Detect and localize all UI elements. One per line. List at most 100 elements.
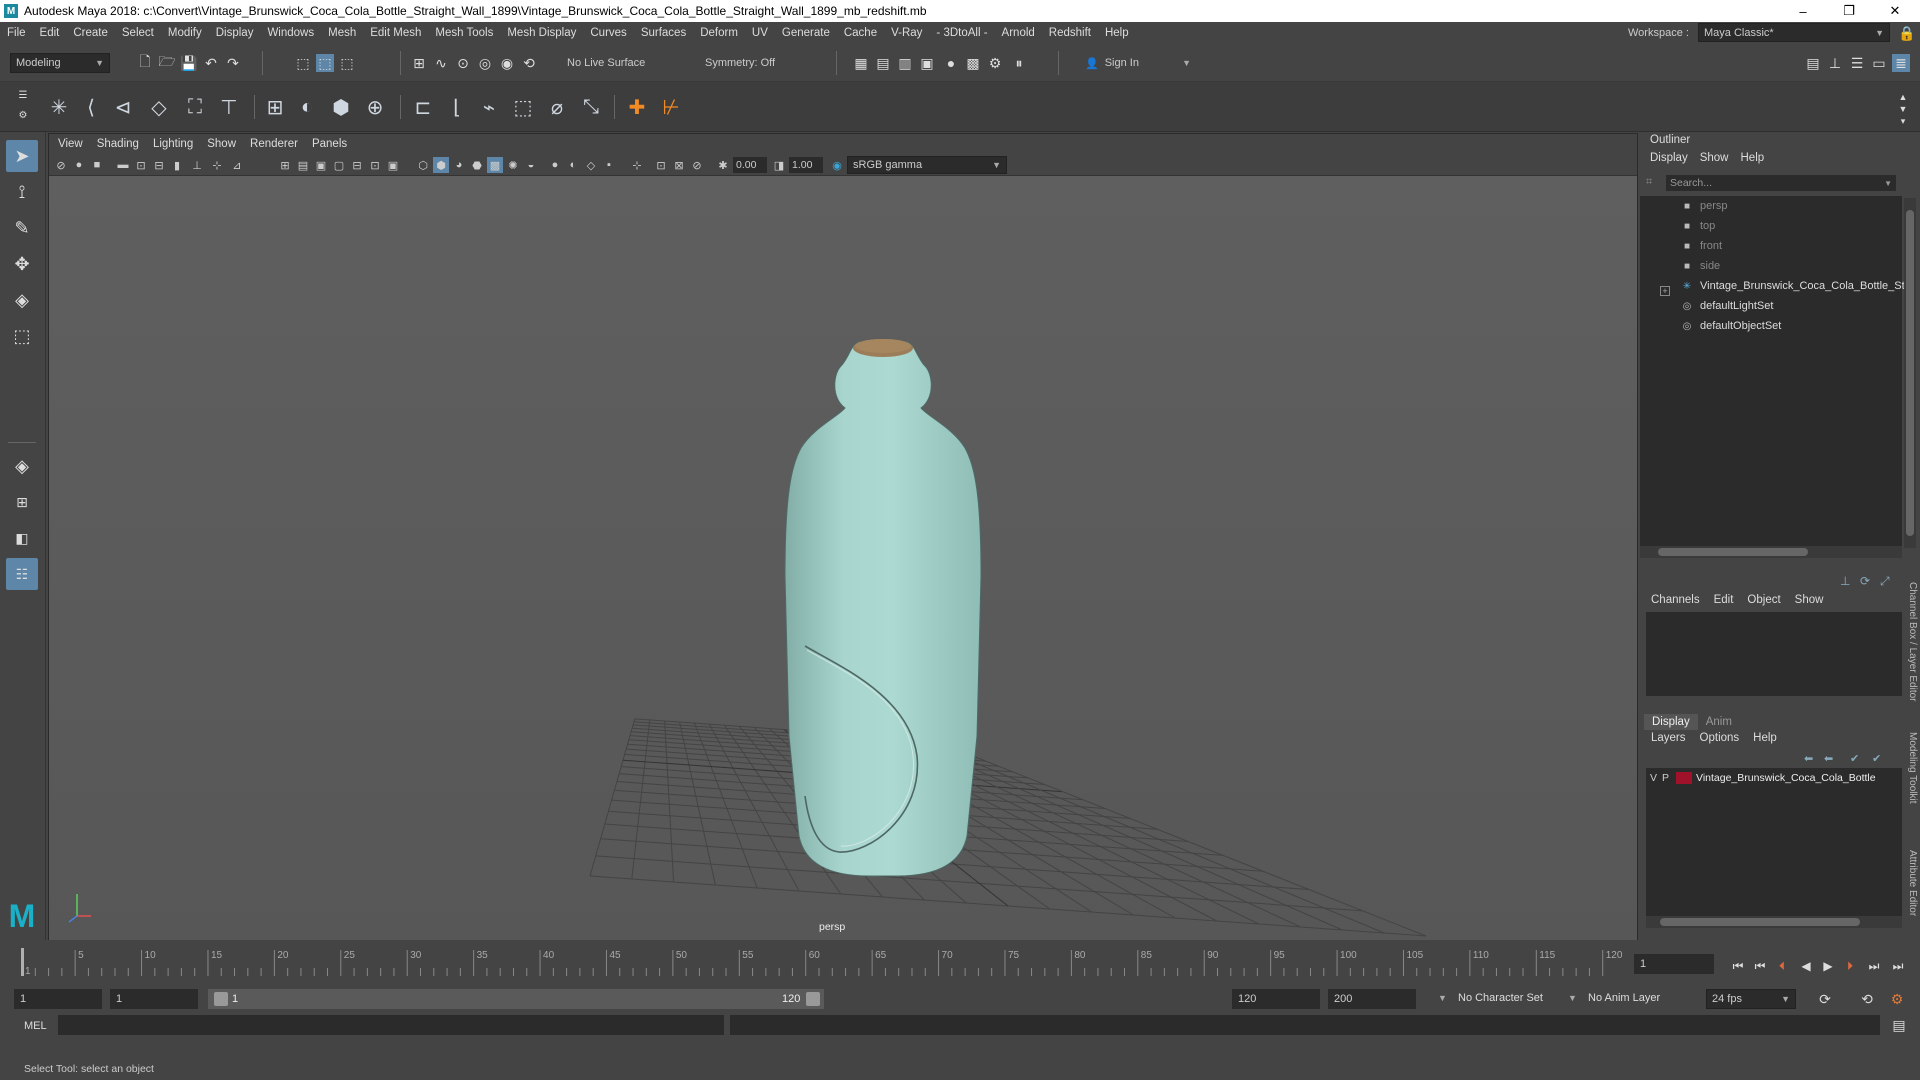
poly-sphere-icon[interactable]: ✳: [46, 94, 72, 120]
bridge-icon[interactable]: ⌁: [476, 94, 502, 120]
animation-prefs-icon[interactable]: ⚙: [1888, 990, 1906, 1008]
menu-help[interactable]: Help: [1098, 27, 1136, 39]
joint-tool-icon[interactable]: ⊤: [216, 94, 242, 120]
current-frame-field[interactable]: 1: [1634, 954, 1714, 974]
2d-pan-zoom-icon[interactable]: ⊡: [133, 157, 149, 173]
image-plane-icon[interactable]: ▬: [115, 157, 131, 173]
time-ruler[interactable]: 15 10 15 20 25 30 35 40 45 50 55 60 65 70 75 80 85 90 95 10…: [0, 940, 1630, 980]
menu-deform[interactable]: Deform: [693, 27, 745, 39]
outliner-horizontal-scrollbar[interactable]: [1640, 546, 1902, 558]
xray-active-icon[interactable]: ⊠: [671, 157, 687, 173]
snap-grid-icon[interactable]: ⊞: [410, 54, 428, 72]
animation-start-field[interactable]: 1: [14, 989, 102, 1009]
menu-surfaces[interactable]: Surfaces: [634, 27, 693, 39]
grid-toggle-icon[interactable]: ▤: [295, 157, 311, 173]
attribute-editor-side-tab[interactable]: Attribute Editor: [1904, 850, 1918, 916]
viewport-menu-renderer[interactable]: Renderer: [243, 138, 305, 150]
viewport-menu-view[interactable]: View: [51, 138, 90, 150]
insert-edge-loop-icon[interactable]: ✚: [624, 94, 650, 120]
outliner-menu-help[interactable]: Help: [1735, 152, 1771, 164]
menu-modify[interactable]: Modify: [161, 27, 209, 39]
camera-attributes-icon[interactable]: ●: [71, 157, 87, 173]
poly-plane-icon[interactable]: ⛶: [182, 94, 208, 120]
mel-input[interactable]: [58, 1015, 724, 1035]
close-button[interactable]: ✕: [1872, 0, 1918, 22]
safe-action-icon[interactable]: ▣: [313, 157, 329, 173]
menu-mesh-tools[interactable]: Mesh Tools: [428, 27, 500, 39]
outliner-item[interactable]: ■ front: [1680, 236, 1722, 256]
menu-edit-mesh[interactable]: Edit Mesh: [363, 27, 428, 39]
redo-icon[interactable]: ↷: [224, 54, 242, 72]
redshift-render-icon[interactable]: ⚙: [986, 54, 1004, 72]
multi-cut-icon[interactable]: ⌀: [544, 94, 570, 120]
outliner-item[interactable]: ■ side: [1680, 256, 1720, 276]
chevron-down-icon[interactable]: ▼: [1438, 993, 1447, 1003]
time-slider[interactable]: 1 5 10 15 20 25 30 35 40 45 50 55 60 65 70 75 80 85 90 95 10…: [0, 940, 1920, 980]
xray-joints-icon[interactable]: ⊡: [653, 157, 669, 173]
single-pane-layout-icon[interactable]: ◈: [6, 450, 38, 482]
menu-mesh-display[interactable]: Mesh Display: [500, 27, 583, 39]
boolean-icon[interactable]: ⊕: [362, 94, 388, 120]
snap-curve-icon[interactable]: ∿: [432, 54, 450, 72]
snap-view-icon[interactable]: ◎: [476, 54, 494, 72]
wireframe-shading-icon[interactable]: ⬡: [415, 157, 431, 173]
modeling-toolkit-side-tab[interactable]: Modeling Toolkit: [1904, 732, 1918, 804]
chevron-down-icon[interactable]: ▼: [1568, 993, 1577, 1003]
hypershade-icon[interactable]: ●: [942, 54, 960, 72]
shelf-menu-icon[interactable]: ☰: [14, 86, 32, 104]
channel-box-side-tab[interactable]: Channel Box / Layer Editor: [1904, 582, 1918, 702]
wireframe-on-shaded-icon[interactable]: ⬣: [469, 157, 485, 173]
motion-blur-icon[interactable]: ◐: [565, 157, 581, 173]
outliner-vertical-scrollbar[interactable]: [1904, 198, 1916, 548]
select-object-icon[interactable]: ⬚: [316, 54, 334, 72]
save-scene-icon[interactable]: 💾: [180, 54, 198, 72]
animation-end-field[interactable]: 200: [1328, 989, 1416, 1009]
render-settings-icon[interactable]: ▣: [918, 54, 936, 72]
menu-file[interactable]: File: [0, 27, 33, 39]
channel-box-icon[interactable]: ▭: [1870, 54, 1888, 72]
poly-cube-icon[interactable]: ⟨: [78, 94, 104, 120]
expand-icon[interactable]: +: [1660, 286, 1670, 296]
script-editor-icon[interactable]: ▤: [1890, 1016, 1908, 1034]
filter-icon[interactable]: ⌗: [1646, 176, 1660, 190]
mode-dropdown[interactable]: Modeling ▼: [10, 53, 110, 73]
layer-tab-display[interactable]: Display: [1644, 714, 1698, 730]
layer-row[interactable]: V P Vintage_Brunswick_Coca_Cola_Bottle: [1646, 768, 1902, 788]
undo-icon[interactable]: ↶: [202, 54, 220, 72]
channel-box-settings-icon[interactable]: ⤢: [1880, 574, 1896, 590]
layer-move-down-icon[interactable]: ⬅: [1824, 752, 1833, 765]
safe-title-icon[interactable]: ▢: [331, 157, 347, 173]
layer-tab-anim[interactable]: Anim: [1698, 714, 1740, 730]
gamma-field[interactable]: 1.00: [789, 157, 823, 173]
range-start-handle[interactable]: [214, 992, 228, 1006]
menu-redshift[interactable]: Redshift: [1042, 27, 1098, 39]
menu-windows[interactable]: Windows: [260, 27, 321, 39]
range-end-handle[interactable]: [806, 992, 820, 1006]
attribute-editor-icon[interactable]: ⊥: [1826, 54, 1844, 72]
live-surface-dropdown[interactable]: No Live Surface: [562, 53, 666, 73]
channel-box-sync-icon[interactable]: ⟳: [1860, 574, 1876, 590]
channel-menu-object[interactable]: Object: [1740, 594, 1787, 606]
move-tool-icon[interactable]: ✥: [6, 248, 38, 280]
wireframe-icon[interactable]: ⊞: [277, 157, 293, 173]
play-forwards-icon[interactable]: ▶: [1820, 958, 1836, 974]
step-back-key-icon[interactable]: ⏮: [1752, 958, 1768, 974]
snap-vertex-icon[interactable]: ⟲: [520, 54, 538, 72]
smooth-icon[interactable]: ⬢: [328, 94, 354, 120]
layer-visibility-toggle[interactable]: V: [1650, 772, 1662, 784]
target-weld-icon[interactable]: ⤡: [578, 94, 604, 120]
outliner-menu-display[interactable]: Display: [1644, 152, 1694, 164]
character-set-dropdown[interactable]: No Character Set: [1458, 992, 1543, 1004]
menu-select[interactable]: Select: [115, 27, 161, 39]
layer-menu-layers[interactable]: Layers: [1644, 732, 1693, 744]
channel-menu-channels[interactable]: Channels: [1644, 594, 1707, 606]
pause-icon[interactable]: ⏸: [1010, 54, 1028, 72]
sign-in-button[interactable]: 👤 Sign In ▼: [1080, 53, 1196, 73]
combine-icon[interactable]: ⊞: [262, 94, 288, 120]
rotate-tool-icon[interactable]: ◈: [6, 284, 38, 316]
gate-mask-icon[interactable]: ⊹: [209, 157, 225, 173]
two-pane-layout-icon[interactable]: ◧: [6, 522, 38, 554]
playback-start-field[interactable]: 1: [110, 989, 198, 1009]
film-gate-icon[interactable]: ⊟: [349, 157, 365, 173]
new-scene-icon[interactable]: 🗋: [136, 53, 154, 72]
